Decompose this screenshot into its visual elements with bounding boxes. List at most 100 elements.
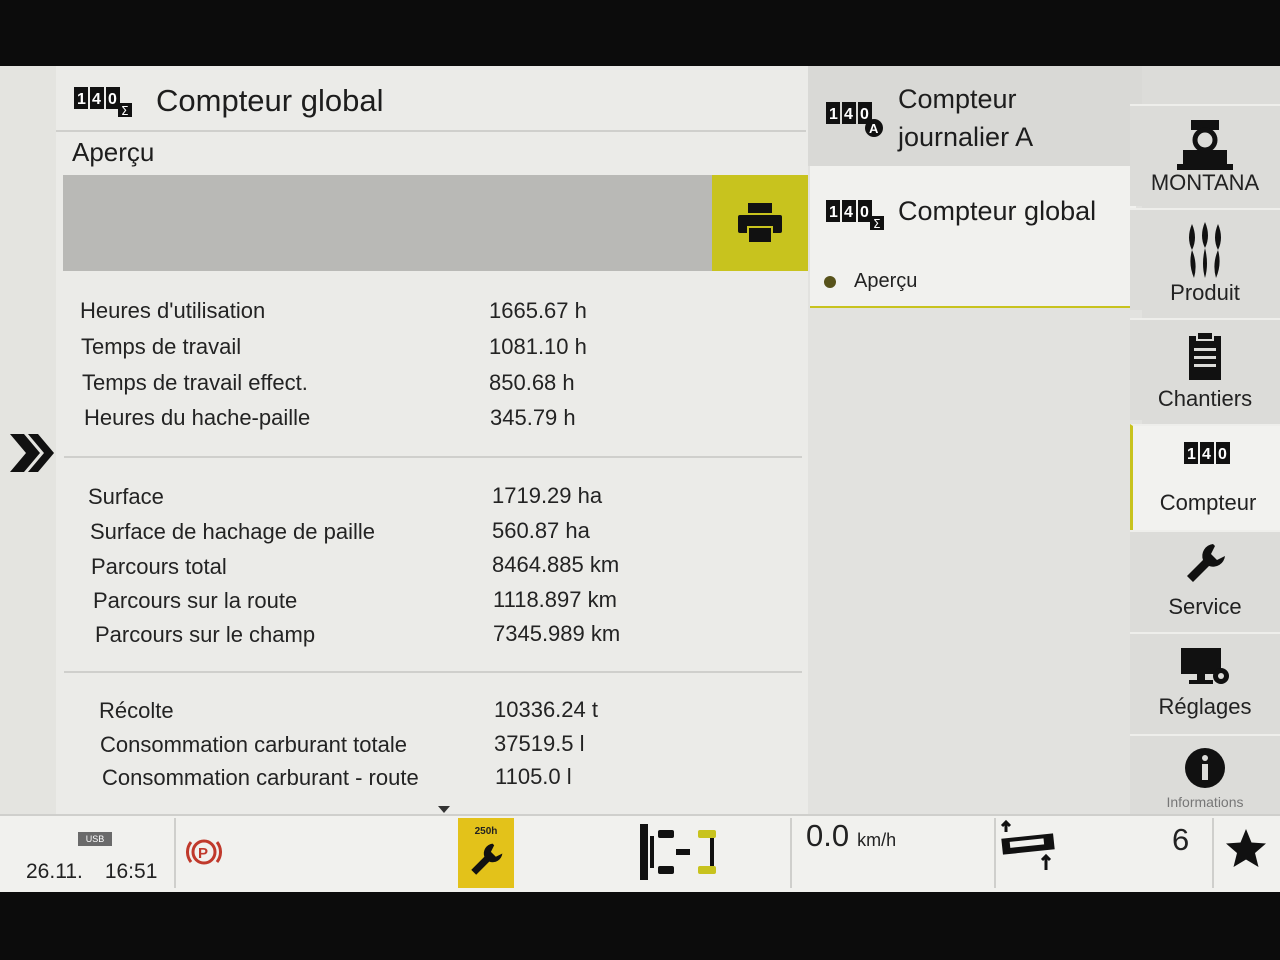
date: 26.11. [26,860,83,883]
label-usage-hours: Heures d'utilisation [80,298,266,323]
svg-text:Σ: Σ [121,104,129,118]
printer-icon [738,203,782,244]
group-divider [64,456,802,458]
active-dot-icon [824,275,836,288]
sidebar-item-label: Service [1168,594,1242,619]
divider [174,818,176,888]
axle-steering-icon [640,824,716,880]
divider [56,130,806,132]
global-counter-icon: 1 4 0 Σ [74,87,132,118]
main-header: 1 4 0 Σ Compteur global [72,76,383,126]
svg-text:P: P [198,845,208,862]
value-straw-chopping-surface: 560.87 ha [492,518,590,543]
usb-indicator: USB [78,832,112,846]
nav-daily-counter-a[interactable]: 1 4 0 A Compteur journalier A [808,66,1142,166]
label-harvest: Récolte [99,698,174,723]
label-field-distance: Parcours sur le champ [95,622,316,647]
svg-text:1: 1 [829,204,838,221]
label-road-fuel-consumption: Consommation carburant - route [102,765,419,790]
expand-chevrons-icon[interactable] [6,428,54,478]
value-road-distance: 1118.897 km [493,587,617,612]
label-total-distance: Parcours total [91,554,227,579]
favorites-star-icon[interactable] [1224,826,1268,870]
speed-unit: km/h [857,830,897,850]
sidebar-item-label: Informations [1166,794,1244,810]
header-reel-icon [1000,819,1055,870]
clipboard-icon [1189,331,1221,380]
divider [994,818,996,888]
service-due-indicator[interactable]: 250h [458,818,514,888]
sidebar-item-produit[interactable]: Produit [1130,208,1280,310]
sidebar-item-label: Compteur [1159,490,1257,515]
label-chopper-hours: Heures du hache-paille [84,405,311,430]
divider [790,818,792,888]
global-counter-icon: 1 4 0 Σ [826,200,884,231]
nav-global-label: Compteur global [898,196,1097,226]
svg-text:Σ: Σ [873,217,881,231]
value-surface: 1719.29 ha [492,483,603,508]
wheat-icon [1189,222,1221,278]
label-surface: Surface [88,484,164,509]
nav-global-counter[interactable]: 1 4 0 Σ Compteur global Aperçu [810,166,1136,308]
value-chopper-hours: 345.79 h [490,405,576,430]
daily-counter-a-icon: 1 4 0 A [826,102,883,137]
label-straw-chopping-surface: Surface de hachage de paille [90,519,375,544]
datetime: 26.11. 16:51 [26,860,157,884]
wrench-icon [1187,544,1225,582]
nav-daily-label-line1: Compteur [898,84,1017,114]
label-total-fuel-consumption: Consommation carburant totale [100,732,407,757]
sidebar-item-label: MONTANA [1150,170,1260,195]
sidebar-item-informations[interactable]: Informations [1130,734,1280,816]
svg-text:4: 4 [92,91,101,108]
value-total-fuel-consumption: 37519.5 l [494,731,585,756]
label-work-time: Temps de travail [81,334,242,359]
nav-apercu-item[interactable]: Aperçu [824,270,917,293]
speed-value: 0.0 [806,818,850,853]
gear-indicator: 6 [1172,822,1190,857]
time: 16:51 [104,860,158,883]
value-work-time: 1081.10 h [489,334,587,359]
parking-brake-icon: P [186,839,222,865]
group-divider [64,671,802,673]
sidebar-item-service[interactable]: Service [1130,530,1280,632]
svg-text:4: 4 [844,204,853,221]
nav-apercu-label: Aperçu [854,270,918,292]
scroll-down-indicator[interactable] [438,806,450,813]
wrench-icon [471,843,503,875]
value-effective-work-time: 850.68 h [489,370,575,395]
service-hours-label: 250h [474,826,498,837]
value-road-fuel-consumption: 1105.0 l [495,764,572,789]
sidebar-item-reglages[interactable]: Réglages [1130,632,1280,734]
toolbar-area [63,175,713,271]
sidebar-item-compteur[interactable]: 1 4 0 Compteur [1130,424,1280,530]
svg-text:1: 1 [829,106,838,123]
svg-text:0: 0 [108,91,117,108]
value-harvest: 10336.24 t [494,697,598,722]
svg-text:0: 0 [860,204,869,221]
sidebar-item-label: Produit [1170,280,1240,305]
label-road-distance: Parcours sur la route [93,588,298,613]
sidebar-item-chantiers[interactable]: Chantiers [1130,318,1280,420]
svg-text:1: 1 [1187,446,1196,463]
counter-icon: 1 4 0 [1184,442,1230,464]
page-title: Compteur global [156,83,384,118]
value-usage-hours: 1665.67 h [489,298,587,323]
svg-text:0: 0 [860,106,869,123]
svg-text:A: A [869,121,879,136]
sidebar-item-label: Chantiers [1157,386,1253,411]
sidebar-item-montana[interactable]: MONTANA [1130,104,1280,206]
value-total-distance: 8464.885 km [492,552,620,577]
svg-text:4: 4 [1202,446,1211,463]
svg-text:1: 1 [77,91,86,108]
nav-daily-label-line2: journalier A [898,122,1034,152]
info-icon [1185,748,1225,788]
print-button[interactable] [712,175,808,271]
monitor-gear-icon [1181,648,1229,684]
svg-text:0: 0 [1218,446,1227,463]
speed-readout: 0.0 km/h [806,818,896,854]
section-title: Aperçu [72,137,155,167]
label-effective-work-time: Temps de travail effect. [82,370,308,395]
sidebar-item-label: Réglages [1158,694,1252,719]
operator-icon [1177,120,1233,170]
value-field-distance: 7345.989 km [493,621,621,646]
